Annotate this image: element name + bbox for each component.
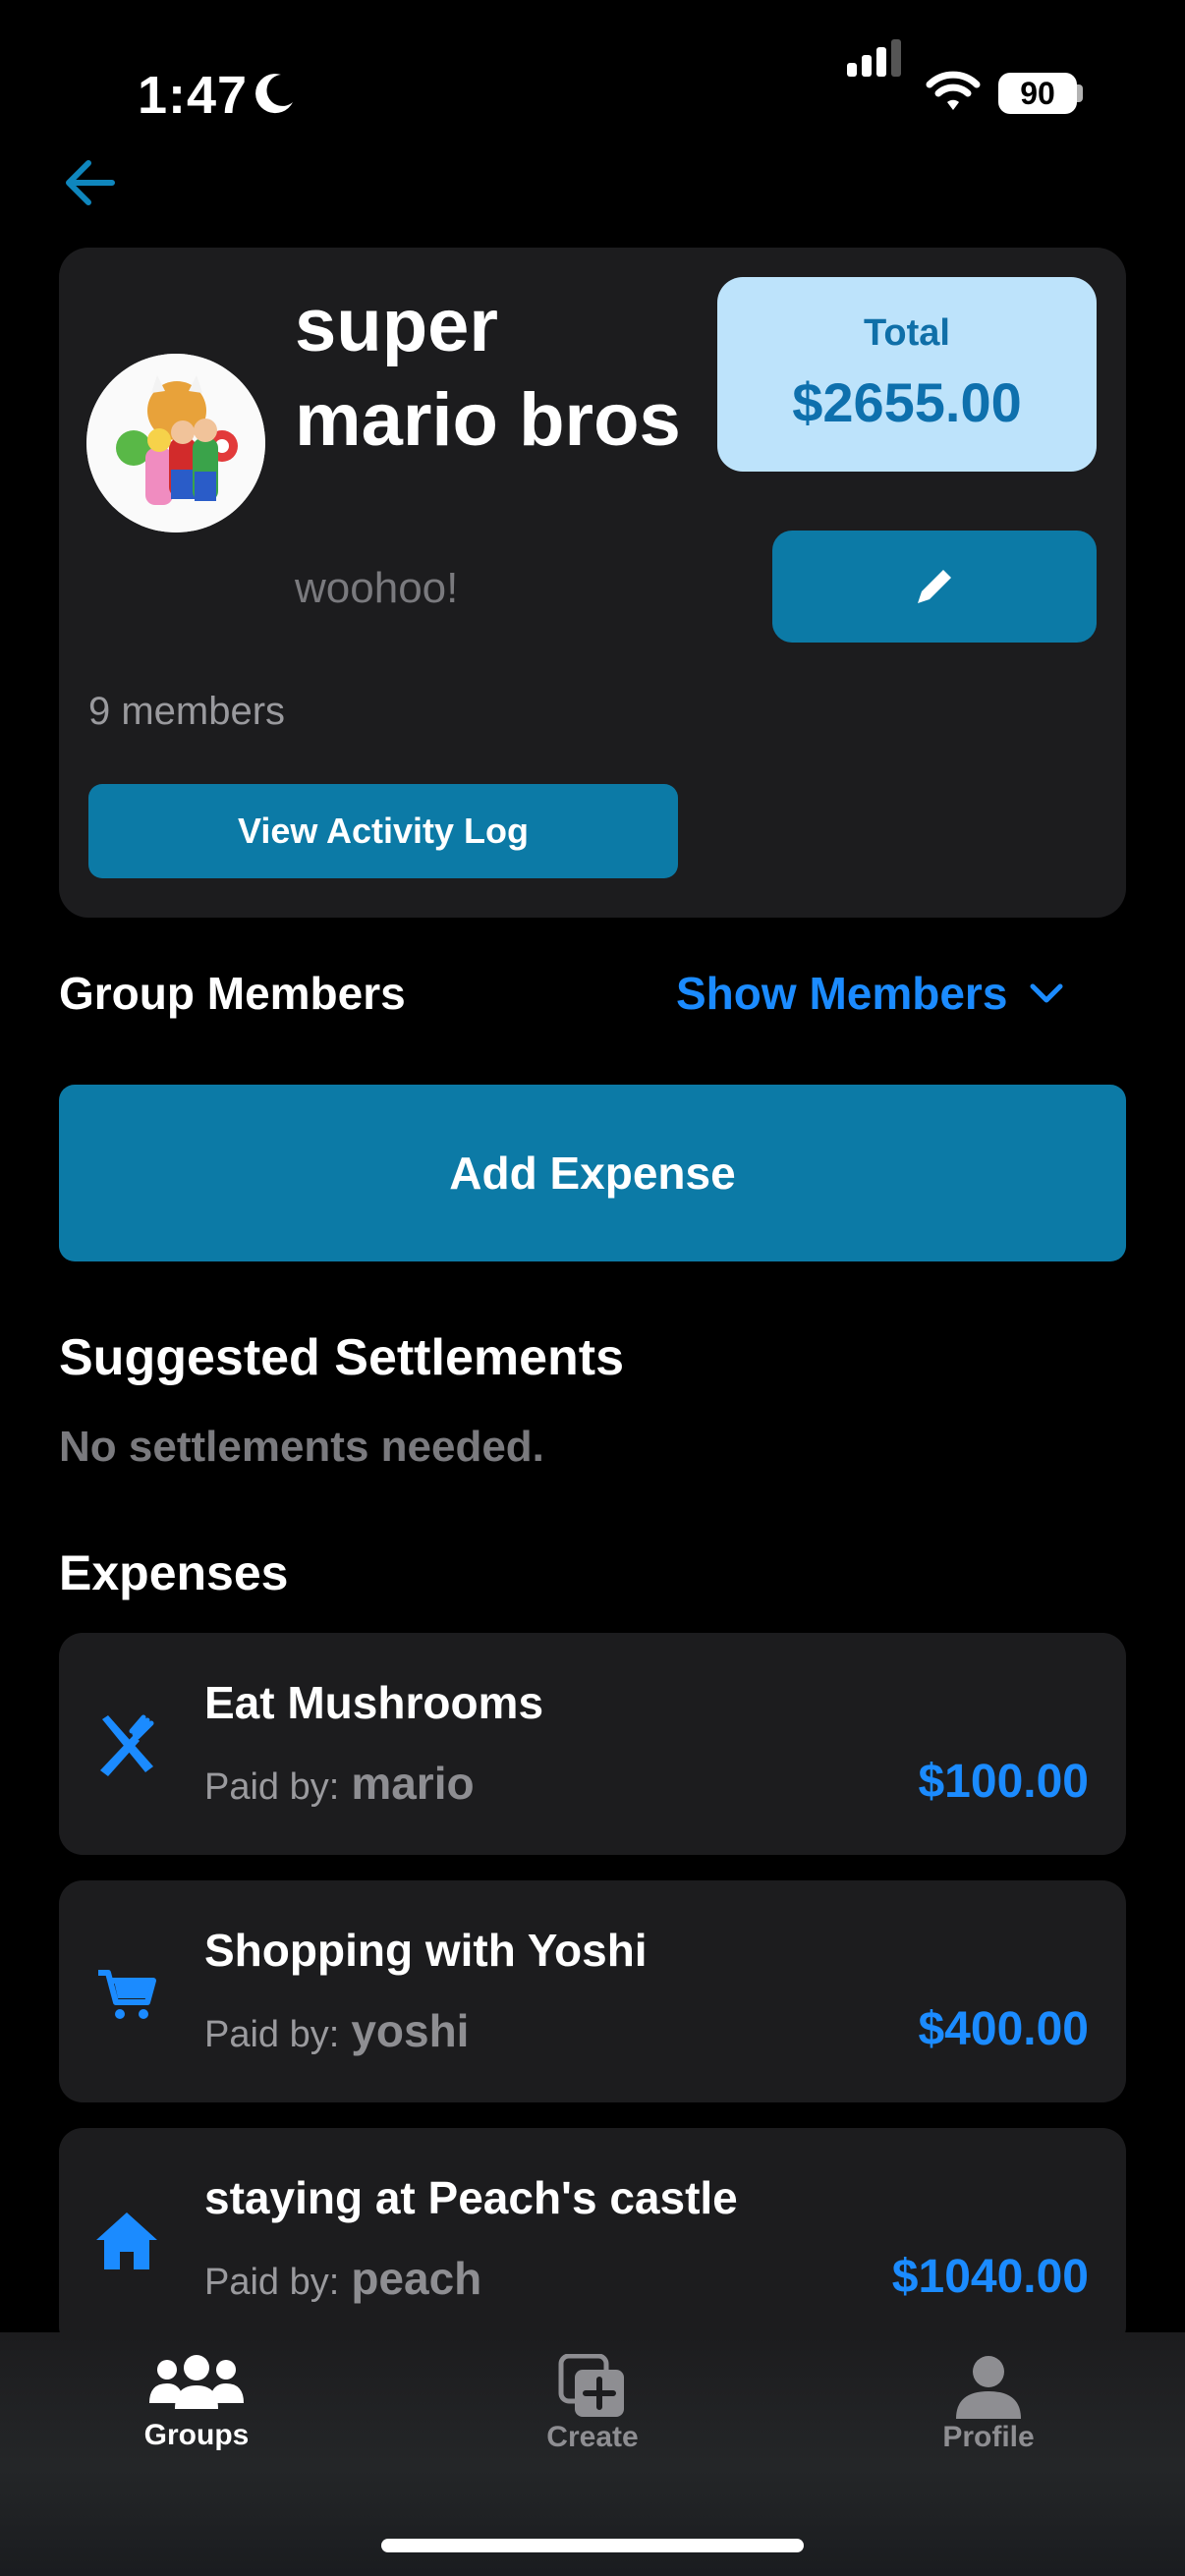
pencil-icon: [918, 570, 951, 603]
tab-profile[interactable]: Profile: [841, 2332, 1136, 2480]
group-members-heading: Group Members: [59, 968, 406, 1019]
tab-label: Groups: [143, 2419, 250, 2451]
expense-payer: mario: [351, 1758, 475, 1809]
paid-by-label: Paid by:: [204, 1766, 340, 1808]
person-icon: [956, 2356, 1021, 2419]
back-arrow-icon[interactable]: [61, 155, 120, 210]
expense-payer: yoshi: [351, 2005, 470, 2056]
battery-indicator: 90: [998, 73, 1077, 114]
house-icon: [96, 2212, 157, 2269]
expense-amount: $400.00: [918, 2003, 1089, 2055]
tab-groups[interactable]: Groups: [49, 2332, 344, 2480]
cart-icon: [98, 1970, 156, 2019]
group-name: super mario bros: [295, 284, 681, 462]
expense-row[interactable]: Shopping with Yoshi Paid by: yoshi $400.…: [59, 1880, 1126, 2102]
settlements-empty-text: No settlements needed.: [59, 1423, 544, 1471]
paid-by-label: Paid by:: [204, 2014, 340, 2055]
expense-paid-by: Paid by: peach: [204, 2252, 481, 2305]
chevron-down-icon: [1030, 983, 1063, 1003]
moon-icon: [255, 74, 293, 114]
total-label: Total: [864, 312, 950, 354]
expense-row[interactable]: staying at Peach's castle Paid by: peach…: [59, 2128, 1126, 2350]
expense-paid-by: Paid by: mario: [204, 1757, 475, 1810]
expense-title: Shopping with Yoshi: [204, 1925, 648, 1976]
paid-by-label: Paid by:: [204, 2262, 340, 2303]
create-icon: [558, 2354, 624, 2417]
expenses-heading: Expenses: [59, 1545, 289, 1600]
expense-amount: $1040.00: [891, 2251, 1089, 2303]
total-card: Total $2655.00: [717, 277, 1097, 472]
battery-nub: [1077, 84, 1083, 102]
people-icon: [149, 2355, 244, 2409]
settlements-heading: Suggested Settlements: [59, 1329, 625, 1386]
status-time: 1:47: [138, 66, 249, 125]
tab-label: Create: [546, 2421, 639, 2453]
show-members-toggle[interactable]: Show Members: [676, 967, 1064, 1020]
wifi-icon: [926, 71, 981, 110]
group-avatar-image: [86, 354, 265, 532]
edit-group-button[interactable]: [772, 531, 1097, 643]
member-count: 9 members: [88, 690, 286, 733]
expense-paid-by: Paid by: yoshi: [204, 2004, 469, 2057]
fork-knife-icon: [100, 1714, 154, 1776]
show-members-label: Show Members: [676, 968, 1008, 1019]
tab-create[interactable]: Create: [445, 2332, 740, 2480]
expense-title: staying at Peach's castle: [204, 2172, 738, 2223]
total-value: $2655.00: [792, 371, 1022, 433]
expense-title: Eat Mushrooms: [204, 1677, 544, 1728]
tab-label: Profile: [942, 2421, 1035, 2453]
add-expense-button[interactable]: Add Expense: [59, 1085, 1126, 1261]
view-activity-log-button[interactable]: View Activity Log: [88, 784, 678, 878]
expense-row[interactable]: Eat Mushrooms Paid by: mario $100.00: [59, 1633, 1126, 1855]
home-indicator: [381, 2539, 804, 2552]
group-description: woohoo!: [295, 564, 459, 612]
expense-amount: $100.00: [918, 1756, 1089, 1808]
group-avatar: [86, 354, 265, 532]
expense-payer: peach: [351, 2253, 482, 2304]
